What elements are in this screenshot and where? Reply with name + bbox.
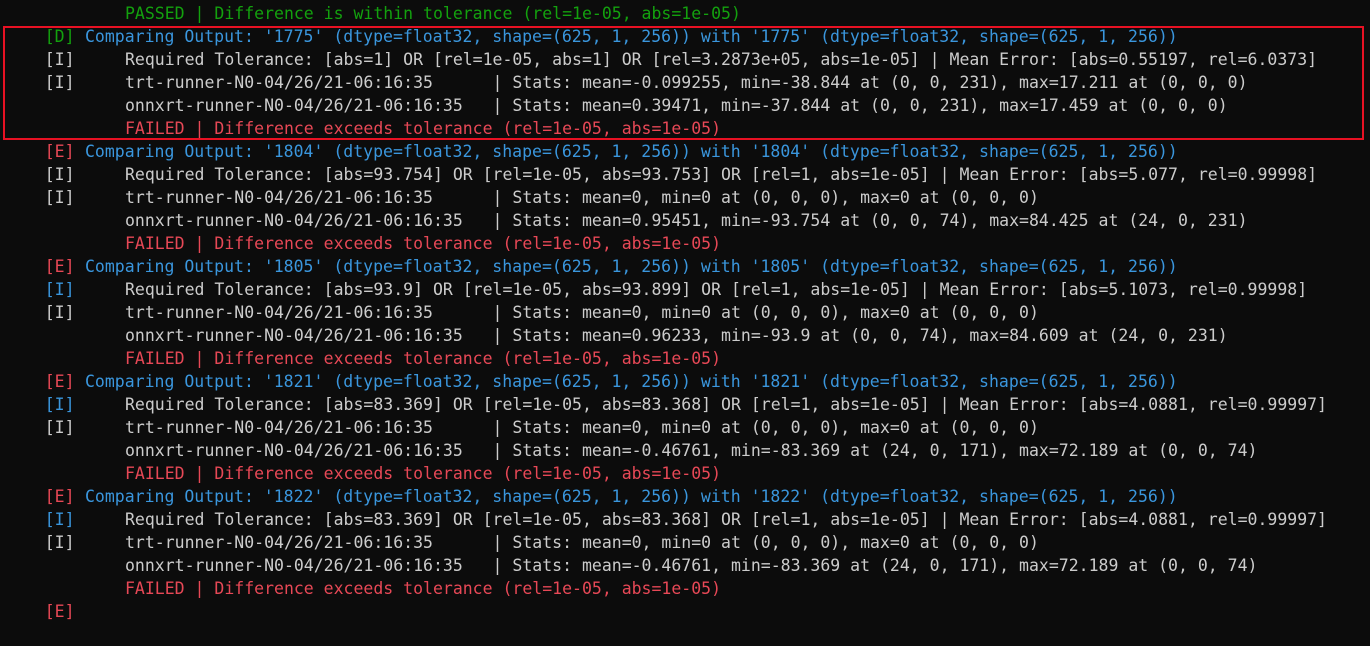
log-message: trt-runner-N0-04/26/21-06:16:35 | Stats:… [125, 303, 1039, 322]
log-message: Comparing Output: '1804' (dtype=float32,… [85, 142, 1178, 161]
log-line-info: [I] Required Tolerance: [abs=93.754] OR [… [5, 163, 1370, 207]
log-message: FAILED | Difference exceeds tolerance (r… [125, 119, 722, 138]
log-line-info: [I] Required Tolerance: [abs=83.369] OR [… [5, 508, 1370, 552]
log-line-error: [E] FAILED | Difference exceeds tolerance… [5, 117, 1370, 161]
log-message: onnxrt-runner-N0-04/26/21-06:16:35 | Sta… [125, 441, 1258, 460]
log-line-info: [I] Comparing Output: '1822' (dtype=float… [5, 485, 1370, 529]
log-message: trt-runner-N0-04/26/21-06:16:35 | Stats:… [125, 73, 1248, 92]
log-line-debug: [D] PASSED | Difference is within toleran… [5, 2, 1370, 46]
log-message: Required Tolerance: [abs=83.369] OR [rel… [125, 395, 1327, 414]
log-message: onnxrt-runner-N0-04/26/21-06:16:35 | Sta… [125, 211, 1248, 230]
log-line-info: [I] Comparing Output: '1775' (dtype=float… [5, 25, 1370, 69]
log-message: trt-runner-N0-04/26/21-06:16:35 | Stats:… [125, 418, 1039, 437]
log-message: trt-runner-N0-04/26/21-06:16:35 | Stats:… [125, 188, 1039, 207]
log-message: Required Tolerance: [abs=93.754] OR [rel… [125, 165, 1318, 184]
terminal-output: [D] PASSED | Difference is within toleran… [5, 2, 1370, 621]
log-message: Comparing Output: '1775' (dtype=float32,… [85, 27, 1178, 46]
log-line-error: [E] FAILED | Difference exceeds tolerance… [5, 347, 1370, 391]
log-message: Comparing Output: '1805' (dtype=float32,… [85, 257, 1178, 276]
log-line-error: [E] FAILED | Difference exceeds tolerance… [5, 577, 1370, 621]
log-line-stats: trt-runner-N0-04/26/21-06:16:35 | Stats:… [5, 416, 1370, 439]
log-message: Required Tolerance: [abs=1] OR [rel=1e-0… [125, 50, 1318, 69]
log-line-stats: trt-runner-N0-04/26/21-06:16:35 | Stats:… [5, 301, 1370, 324]
log-message: onnxrt-runner-N0-04/26/21-06:16:35 | Sta… [125, 556, 1258, 575]
log-line-stats: onnxrt-runner-N0-04/26/21-06:16:35 | Sta… [5, 439, 1370, 462]
log-line-info: [I] Required Tolerance: [abs=93.9] OR [re… [5, 278, 1370, 322]
log-message: Required Tolerance: [abs=93.9] OR [rel=1… [125, 280, 1308, 299]
log-message: FAILED | Difference exceeds tolerance (r… [125, 464, 722, 483]
log-line-error: [E] FAILED | Difference exceeds tolerance… [5, 232, 1370, 276]
log-line-info: [I] Comparing Output: '1804' (dtype=float… [5, 140, 1370, 184]
log-line-stats: trt-runner-N0-04/26/21-06:16:35 | Stats:… [5, 186, 1370, 209]
log-message: Comparing Output: '1822' (dtype=float32,… [85, 487, 1178, 506]
log-message: Required Tolerance: [abs=83.369] OR [rel… [125, 510, 1327, 529]
log-message: onnxrt-runner-N0-04/26/21-06:16:35 | Sta… [125, 326, 1228, 345]
log-message: trt-runner-N0-04/26/21-06:16:35 | Stats:… [125, 533, 1039, 552]
log-message: FAILED | Difference exceeds tolerance (r… [125, 579, 722, 598]
log-line-stats: onnxrt-runner-N0-04/26/21-06:16:35 | Sta… [5, 554, 1370, 577]
log-message: PASSED | Difference is within tolerance … [125, 4, 741, 23]
log-line-info: [I] Comparing Output: '1805' (dtype=float… [5, 255, 1370, 299]
log-line-info: [I] Comparing Output: '1821' (dtype=float… [5, 370, 1370, 414]
log-message: Comparing Output: '1821' (dtype=float32,… [85, 372, 1178, 391]
log-line-stats: trt-runner-N0-04/26/21-06:16:35 | Stats:… [5, 71, 1370, 94]
log-message: onnxrt-runner-N0-04/26/21-06:16:35 | Sta… [125, 96, 1228, 115]
log-line-info: [I] Required Tolerance: [abs=83.369] OR [… [5, 393, 1370, 437]
log-tag: [E] [44, 602, 75, 621]
log-line-stats: onnxrt-runner-N0-04/26/21-06:16:35 | Sta… [5, 209, 1370, 232]
log-line-stats: onnxrt-runner-N0-04/26/21-06:16:35 | Sta… [5, 94, 1370, 117]
log-line-stats: trt-runner-N0-04/26/21-06:16:35 | Stats:… [5, 531, 1370, 554]
log-line-error: [E] FAILED | Difference exceeds tolerance… [5, 462, 1370, 506]
log-message: FAILED | Difference exceeds tolerance (r… [125, 234, 722, 253]
log-message: FAILED | Difference exceeds tolerance (r… [125, 349, 722, 368]
log-line-info: [I] Required Tolerance: [abs=1] OR [rel=1… [5, 48, 1370, 92]
log-line-stats: onnxrt-runner-N0-04/26/21-06:16:35 | Sta… [5, 324, 1370, 347]
